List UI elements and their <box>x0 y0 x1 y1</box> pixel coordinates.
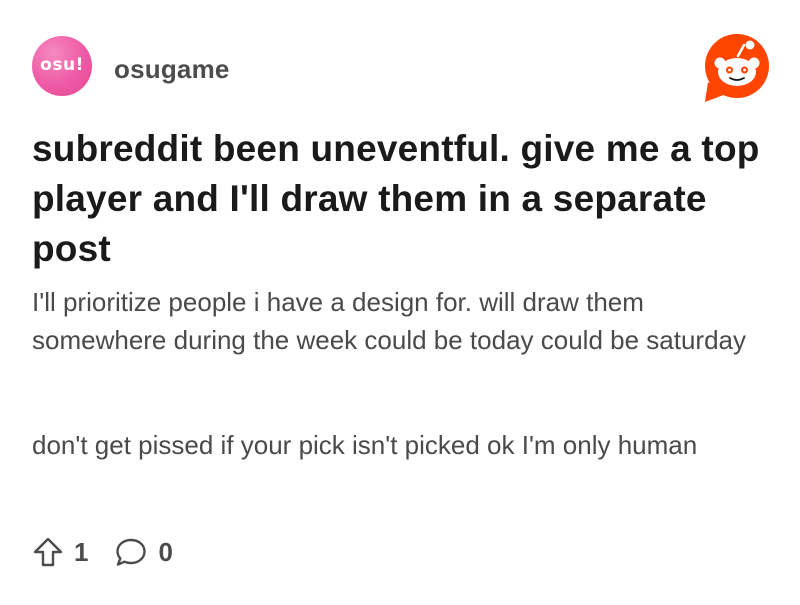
post-body-paragraph: don't get pissed if your pick isn't pick… <box>32 430 698 460</box>
subreddit-avatar-label: osu! <box>40 55 84 75</box>
comments-button[interactable]: 0 <box>114 536 173 568</box>
post-card: osu! osugame subreddit been uneventful. … <box>0 0 800 605</box>
post-title[interactable]: subreddit been uneventful. give me a top… <box>32 124 762 274</box>
post-body-paragraph: I'll prioritize people i have a design f… <box>32 287 746 355</box>
comment-bubble-icon[interactable] <box>114 536 148 568</box>
subreddit-name[interactable]: osugame <box>114 54 230 85</box>
post-actions: 1 0 <box>32 532 199 572</box>
reddit-logo-icon <box>705 34 769 102</box>
upvote-button[interactable]: 1 <box>32 536 88 568</box>
post-header: osu! osugame <box>32 34 772 102</box>
upvote-count: 1 <box>74 536 89 567</box>
upvote-arrow-icon[interactable] <box>32 536 64 568</box>
comment-count: 0 <box>158 536 173 567</box>
subreddit-avatar[interactable]: osu! <box>32 36 92 96</box>
